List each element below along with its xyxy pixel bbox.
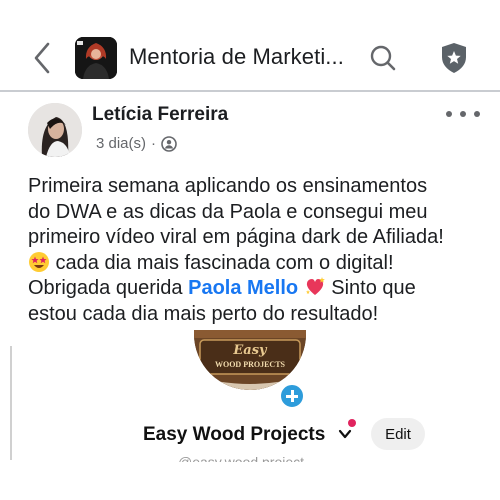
logo-text-2: WOOD PROJECTS	[215, 360, 286, 369]
logo-text-1: Easy	[232, 343, 268, 358]
edit-button[interactable]: Edit	[371, 418, 425, 450]
chevron-left-icon[interactable]	[28, 40, 56, 76]
profile-name[interactable]: Easy Wood Projects	[143, 424, 325, 446]
members-icon	[161, 135, 177, 152]
post-line-text: Obrigada querida	[28, 277, 189, 300]
dot	[474, 111, 480, 117]
author-avatar[interactable]	[28, 103, 82, 157]
post-text: Primeira semana aplicando os ensinamento…	[28, 174, 490, 328]
mention-link[interactable]: Paola Mello	[188, 277, 298, 299]
shield-star-icon[interactable]	[440, 42, 468, 74]
post-line: Primeira semana aplicando os ensinamento…	[28, 175, 428, 197]
post-time[interactable]: 3 dia(s)	[96, 135, 146, 152]
post-line: cada dia mais fascinada com o digital!	[28, 251, 490, 277]
search-icon[interactable]	[369, 44, 397, 72]
post-line: estou cada dia mais perto do resultado!	[28, 302, 379, 325]
meta-separator: ·	[151, 135, 157, 152]
post-line: primeiro vídeo viral em página dark de A…	[28, 226, 444, 249]
dot	[460, 111, 466, 117]
group-title[interactable]: Mentoria de Marketi...	[129, 44, 354, 70]
post-line-text: Sinto que	[325, 277, 416, 300]
star-struck-emoji	[29, 251, 49, 272]
post-line: Obrigada querida Paola Mello Sinto que	[28, 276, 490, 302]
notification-dot	[348, 419, 356, 427]
sparkling-heart-emoji	[305, 277, 325, 296]
post-meta: 3 dia(s) ·	[96, 135, 177, 152]
post-line-text: cada dia mais fascinada com o digital!	[50, 251, 394, 274]
author-name[interactable]: Letícia Ferreira	[92, 104, 228, 126]
top-bar: Mentoria de Marketi...	[0, 0, 500, 92]
add-story-button[interactable]	[279, 383, 305, 409]
profile-handle: @easy.wood.project	[178, 454, 305, 462]
header-divider	[0, 90, 500, 92]
post-line: do DWA e as dicas da Paola e consegui me…	[28, 200, 428, 223]
image-edge	[10, 346, 12, 460]
chevron-down-icon[interactable]	[338, 427, 352, 441]
more-options-icon[interactable]	[446, 104, 480, 124]
group-avatar[interactable]	[75, 37, 117, 79]
dot	[446, 111, 452, 117]
